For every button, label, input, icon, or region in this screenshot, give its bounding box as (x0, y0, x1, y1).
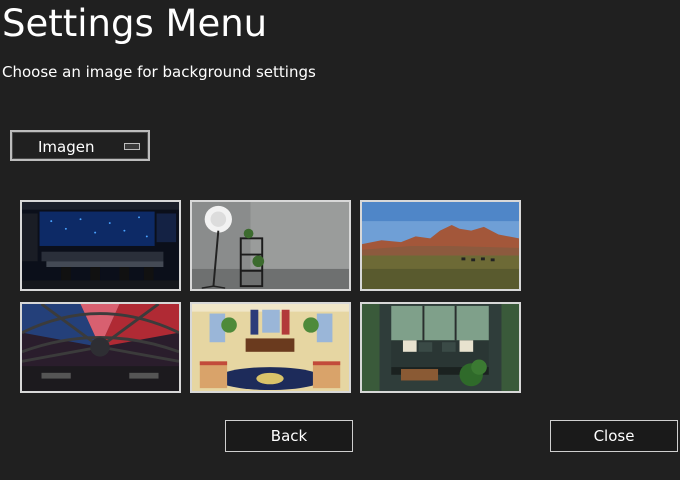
control-room-icon (22, 202, 179, 289)
dropdown-selected-label: Imagen (38, 138, 95, 156)
image-type-dropdown[interactable]: Imagen (10, 130, 150, 161)
page-subtitle: Choose an image for background settings (2, 63, 316, 81)
oval-office-icon (192, 304, 349, 391)
living-room-icon (362, 304, 519, 391)
dropdown-indicator-icon (124, 143, 140, 150)
page-title: Settings Menu (2, 2, 268, 45)
desert-landscape-icon (362, 202, 519, 289)
close-button[interactable]: Close (550, 420, 678, 452)
thumb-control-room[interactable] (20, 200, 181, 291)
back-button[interactable]: Back (225, 420, 353, 452)
thumb-studio-wall[interactable] (190, 200, 351, 291)
thumb-living-room[interactable] (360, 302, 521, 393)
cockpit-icon (22, 304, 179, 391)
thumb-spaceship-cockpit[interactable] (20, 302, 181, 393)
thumb-desert-mesa[interactable] (360, 200, 521, 291)
studio-light-icon (192, 202, 349, 289)
thumb-oval-office[interactable] (190, 302, 351, 393)
